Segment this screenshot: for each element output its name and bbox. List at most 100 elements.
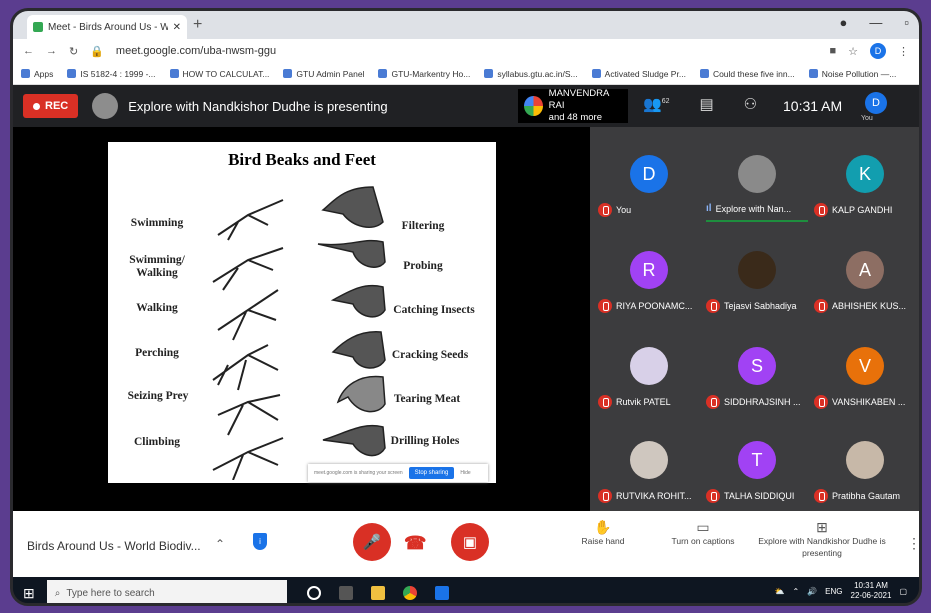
meeting-clock: 10:31 AM [783,98,843,114]
hand-icon: ✋ [594,519,612,535]
minimize-icon[interactable]: — [869,15,882,30]
participant-tile[interactable]: Pratibha Gautam [810,421,919,517]
account-avatar[interactable]: D [870,43,886,59]
climbing-foot-icon [212,437,284,480]
sharing-notice-text: meet.google.com is sharing your screen [314,470,403,476]
participant-tile[interactable]: T TALHA SIDDIQUI [702,421,812,517]
chevron-up-icon[interactable]: ⌃ [215,537,225,551]
participant-name: VANSHIKABEN ... [832,397,906,407]
bookmark-icon [67,69,77,78]
back-icon[interactable]: ← [23,45,34,57]
recording-badge: REC [23,94,79,118]
address-bar: ← → ↻ 🔒 meet.google.com/uba-nwsm-ggu ■ ☆… [13,39,919,63]
mic-off-icon [598,489,612,503]
bookmark-item[interactable]: GTU-Markentry Ho... [378,69,470,79]
shield-icon[interactable]: i [253,533,267,550]
participant-tile[interactable]: Tejasvi Sabhadiya [702,231,812,327]
speaking-indicator-icon: ıl [706,203,712,214]
volume-icon[interactable]: 🔊 [807,587,817,596]
bookmark-icon [169,69,179,78]
participant-tile[interactable]: S SIDDHRAJSINH ... [702,327,812,423]
participant-name: Pratibha Gautam [832,491,901,501]
bookmark-item[interactable]: HOW TO CALCULAT... [169,69,269,79]
search-icon: ⌕ [54,587,61,599]
hide-button[interactable]: Hide [460,470,470,476]
taskbar-apps [306,586,449,600]
bookmark-item[interactable]: syllabus.gtu.ac.in/S... [484,69,578,79]
weather-icon[interactable]: ⛅ [775,587,785,596]
window-controls: ● — ▫ [840,15,909,30]
raise-hand-button[interactable]: ✋ Raise hand [573,519,633,547]
participant-name-row: Rutvik PATEL [598,395,671,409]
participant-tile[interactable]: A ABHISHEK KUS... [810,231,919,327]
windows-start-icon[interactable]: ⊞ [23,585,35,602]
camera-icon[interactable]: ■ [829,45,836,57]
captions-icon: ▭ [696,519,710,535]
hang-up-button[interactable]: ☎ [404,533,426,554]
bookmark-item[interactable]: Could these five inn... [699,69,795,79]
bookmark-icon [283,69,293,78]
participant-tile[interactable]: R RIYA POONAMC... [594,231,704,327]
new-tab-icon[interactable]: + [193,16,202,34]
record-dot-icon [33,102,40,110]
windows-taskbar: ⊞ ⌕ Type here to search ⛅ ⌃ 🔊 ENG 10:31 … [13,577,919,603]
chrome-icon[interactable] [402,586,417,600]
bookmark-item[interactable]: IS 5182-4 : 1999 -... [67,69,156,79]
apps-icon [21,69,30,78]
browser-tab[interactable]: Meet - Birds Around Us - W ✕ [27,15,187,39]
bookmark-item[interactable]: GTU Admin Panel [283,69,364,79]
camera-toggle-button[interactable]: ▣ [451,523,489,561]
notifications-icon[interactable]: ▢ [899,587,907,596]
chat-icon[interactable]: ▤ [699,95,713,113]
stop-sharing-button[interactable]: Stop sharing [408,467,455,479]
mic-off-icon [814,395,828,409]
participant-tile[interactable]: K KALP GANDHI [810,135,919,231]
forward-icon[interactable]: → [46,45,57,57]
mic-off-icon [706,299,720,313]
close-tab-icon[interactable]: ✕ [173,22,181,33]
participant-name-row: ıl Explore with Nan... [706,203,791,214]
captions-button[interactable]: ▭ Turn on captions [663,519,743,547]
mic-toggle-button[interactable]: 🎤 [353,523,391,561]
self-avatar[interactable]: D [865,92,887,114]
mic-off-icon [598,299,612,313]
participant-tile[interactable]: Rutvik PATEL [594,327,704,423]
participant-name: You [616,205,632,215]
reload-icon[interactable]: ↻ [69,45,78,58]
bookmark-item[interactable]: Noise Pollution —... [808,69,896,79]
participant-tile[interactable]: ıl Explore with Nan... [702,135,812,231]
more-options-icon[interactable]: ⋮ [907,535,919,552]
menu-icon[interactable]: ⋮ [898,45,909,58]
activities-icon[interactable]: ⚇ [744,95,757,113]
taskbar-search[interactable]: ⌕ Type here to search [46,580,287,603]
network-icon[interactable]: ⌃ [793,587,800,596]
present-screen-icon: ⊞ [816,519,828,535]
app-icon[interactable] [434,586,449,600]
url-field[interactable]: meet.google.com/uba-nwsm-ggu [116,45,818,57]
file-explorer-icon[interactable] [370,586,385,600]
participant-name: TALHA SIDDIQUI [724,491,795,501]
participant-tile[interactable]: D You [594,135,704,231]
language-indicator[interactable]: ENG [825,587,842,596]
bookmark-item[interactable]: Apps [21,69,53,79]
maximize-icon[interactable]: ▫ [904,15,909,30]
participant-tile[interactable]: V VANSHIKABEN ... [810,327,919,423]
swimming-foot-icon [217,199,284,241]
system-tray: ⛅ ⌃ 🔊 ENG 10:31 AM 22-06-2021 ▢ [775,581,907,601]
people-icon[interactable]: 👥62 [643,95,669,113]
presenting-button[interactable]: ⊞ Explore with Nandkishor Dudhe is presen… [757,519,887,559]
bookmark-item[interactable]: Activated Sludge Pr... [591,69,686,79]
speaker-name: MANVENDRA RAI [548,88,609,111]
participant-avatar [630,347,668,385]
bookmark-star-icon[interactable]: ☆ [848,45,858,58]
participant-name-row: RUTVIKA ROHIT... [598,489,692,503]
participant-avatar: R [630,251,668,289]
taskbar-clock[interactable]: 10:31 AM 22-06-2021 [851,581,892,601]
participant-name-row: SIDDHRAJSINH ... [706,395,801,409]
task-view-icon[interactable] [338,586,353,600]
participant-tile[interactable]: RUTVIKA ROHIT... [594,421,704,517]
cortana-icon[interactable] [306,586,321,600]
lock-icon[interactable]: 🔒 [90,45,104,58]
beak-label: Tearing Meat [393,393,461,405]
participant-name-row: You [598,203,631,217]
